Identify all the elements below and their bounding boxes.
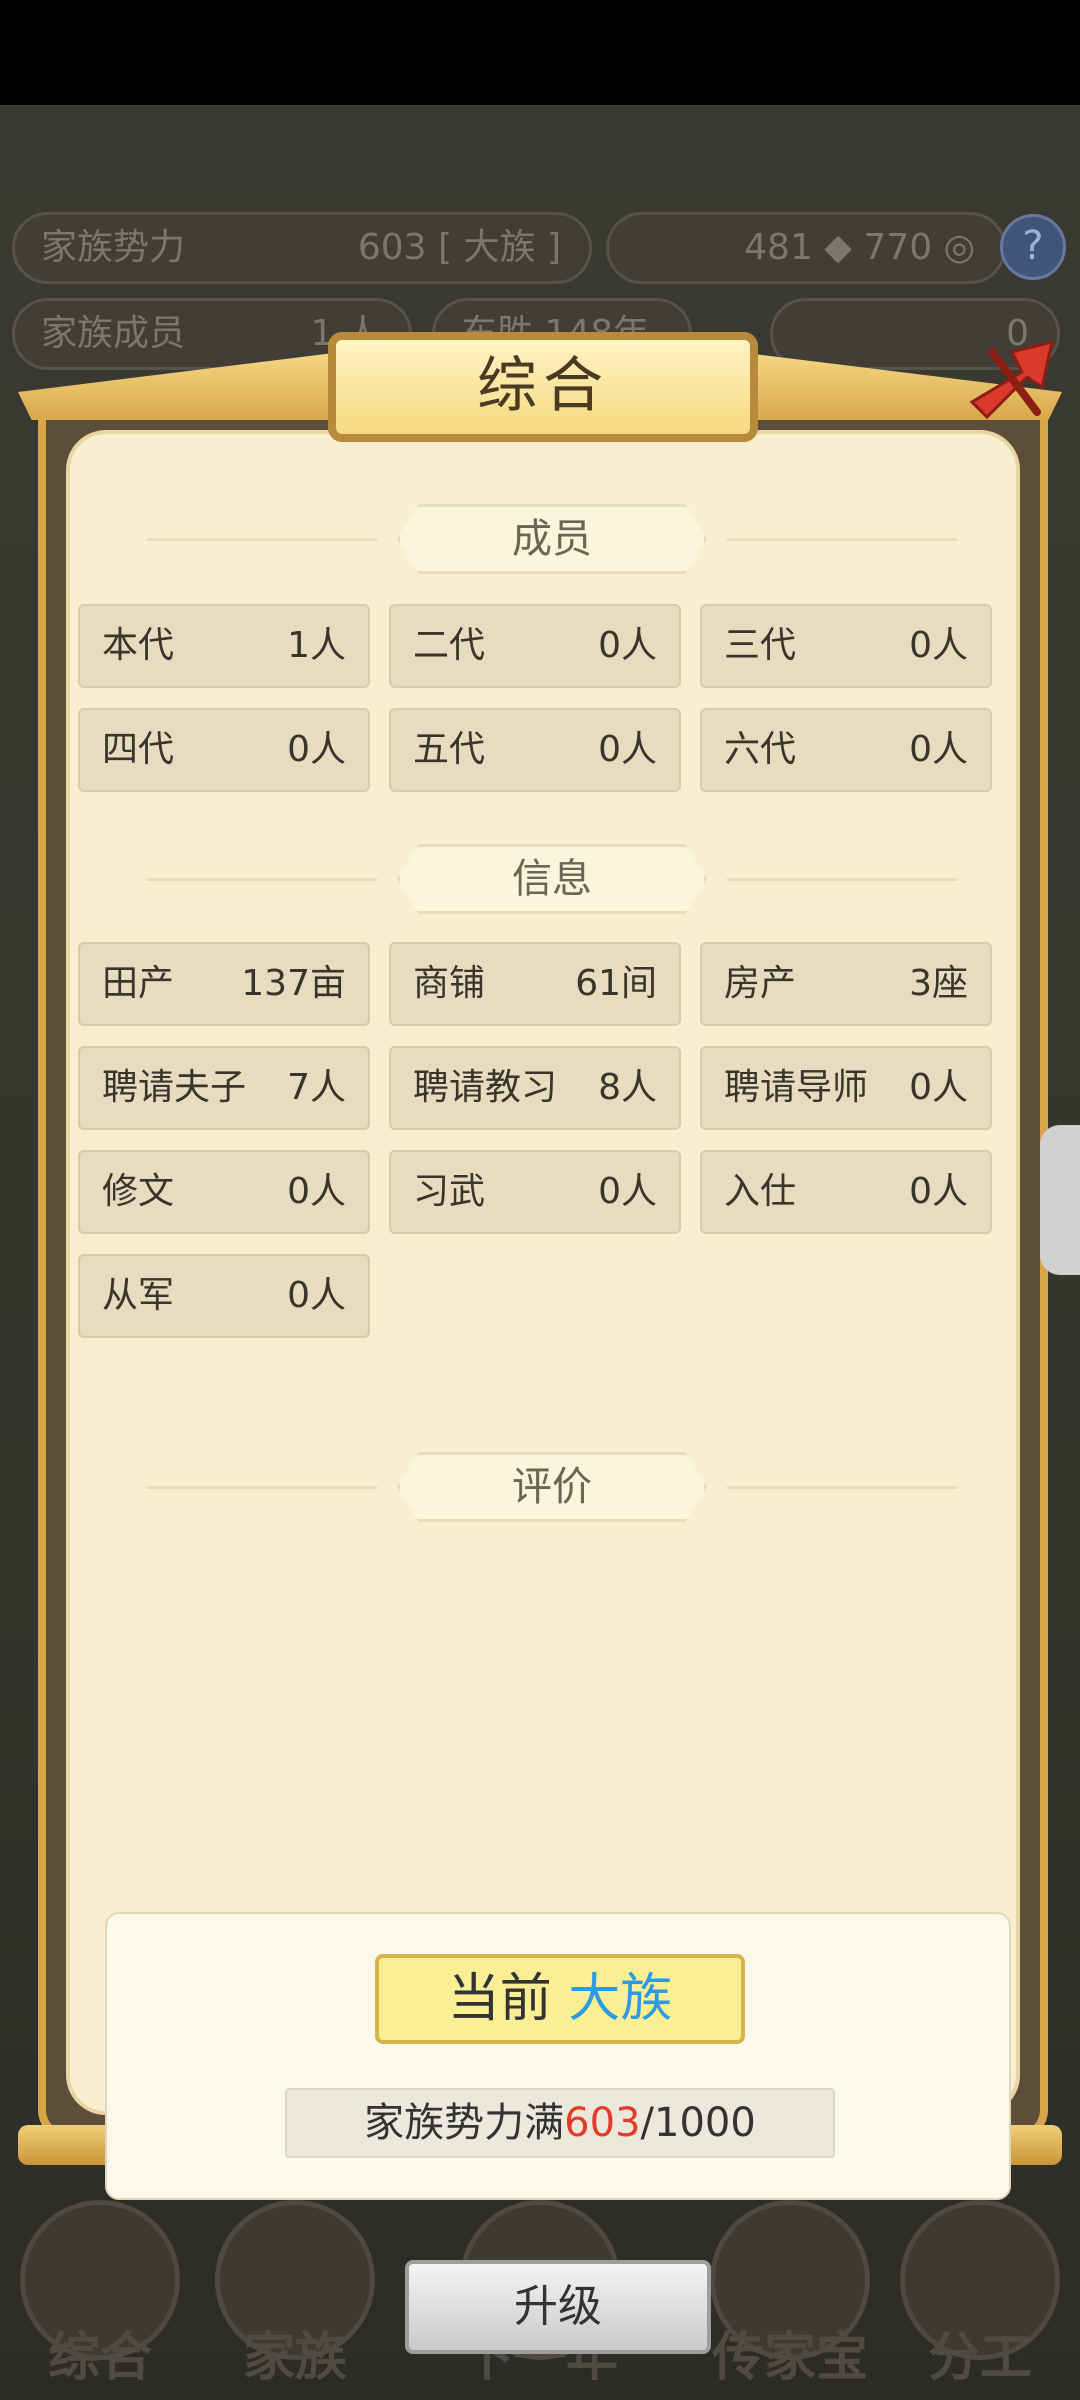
info-cell: 从军 0人 <box>78 1254 370 1338</box>
nav-item-family[interactable]: 家族 <box>205 2170 385 2400</box>
member-cell: 六代 0人 <box>700 708 992 792</box>
power-current: 603 <box>564 2100 641 2146</box>
family-power-value: 603 [ 大族 ] <box>357 227 561 268</box>
power-progress-text: 家族势力满603/1000 <box>285 2088 835 2158</box>
section-header-info: 信息 <box>147 844 957 914</box>
member-cell: 四代 0人 <box>78 708 370 792</box>
evaluation-box: 当前 大族 家族势力满603/1000 <box>105 1912 1011 2200</box>
close-icon[interactable] <box>962 332 1062 432</box>
info-cell: 修文 0人 <box>78 1150 370 1234</box>
upgrade-button[interactable]: 升级 <box>405 2260 711 2354</box>
section-header-evaluation: 评价 <box>147 1452 957 1522</box>
power-prefix: 家族势力满 <box>364 2100 565 2146</box>
member-cell: 三代 0人 <box>700 604 992 688</box>
rank-prefix: 当前 <box>447 1969 552 2029</box>
nav-item-heirloom[interactable]: 传家宝 <box>700 2170 880 2400</box>
section-title: 信息 <box>397 844 707 914</box>
nav-item-overview[interactable]: 综合 <box>10 2170 190 2400</box>
nav-label: 传家宝 <box>711 2328 868 2388</box>
family-power-label: 家族势力 <box>41 227 186 268</box>
member-cell: 本代 1人 <box>78 604 370 688</box>
status-bar <box>0 0 1080 105</box>
resources-row: 481 ◆ 770 ◎ <box>606 212 1006 284</box>
section-title: 评价 <box>397 1452 707 1522</box>
overview-dialog: 成员 本代 1人 二代 0人 三代 0人 四代 0人 五代 0人 六代 0人 信息 田产 13… <box>18 332 1062 2354</box>
info-cell: 聘请教习 8人 <box>389 1046 681 1130</box>
nav-item-assign[interactable]: 分工 <box>890 2170 1070 2400</box>
family-members-label: 家族成员 <box>41 313 186 354</box>
power-max: /1000 <box>640 2100 756 2146</box>
nav-label: 综合 <box>47 2328 152 2388</box>
member-cell: 五代 0人 <box>389 708 681 792</box>
info-cell: 聘请夫子 7人 <box>78 1046 370 1130</box>
section-header-members: 成员 <box>147 504 957 574</box>
section-title: 成员 <box>397 504 707 574</box>
dialog-wing-left <box>18 350 358 420</box>
info-cell: 田产 137亩 <box>78 942 370 1026</box>
nav-label: 家族 <box>242 2328 347 2388</box>
app-bar <box>0 105 1080 190</box>
side-scroll-handle[interactable] <box>1040 1125 1080 1275</box>
current-rank-badge: 当前 大族 <box>375 1954 745 2044</box>
rank-name: 大族 <box>568 1969 673 2029</box>
resources-value: 481 ◆ 770 ◎ <box>744 227 975 268</box>
member-cell: 二代 0人 <box>389 604 681 688</box>
info-cell: 商铺 61间 <box>389 942 681 1026</box>
help-icon[interactable]: ? <box>1000 214 1066 280</box>
dialog-body: 成员 本代 1人 二代 0人 三代 0人 四代 0人 五代 0人 六代 0人 信息 田产 13… <box>66 430 1020 2115</box>
nav-label: 分工 <box>927 2328 1032 2388</box>
info-cell: 习武 0人 <box>389 1150 681 1234</box>
info-cell: 房产 3座 <box>700 942 992 1026</box>
info-cell: 聘请导师 0人 <box>700 1046 992 1130</box>
dialog-title: 综合 <box>328 332 758 442</box>
info-cell: 入仕 0人 <box>700 1150 992 1234</box>
family-power-row: 家族势力 603 [ 大族 ] <box>12 212 592 284</box>
